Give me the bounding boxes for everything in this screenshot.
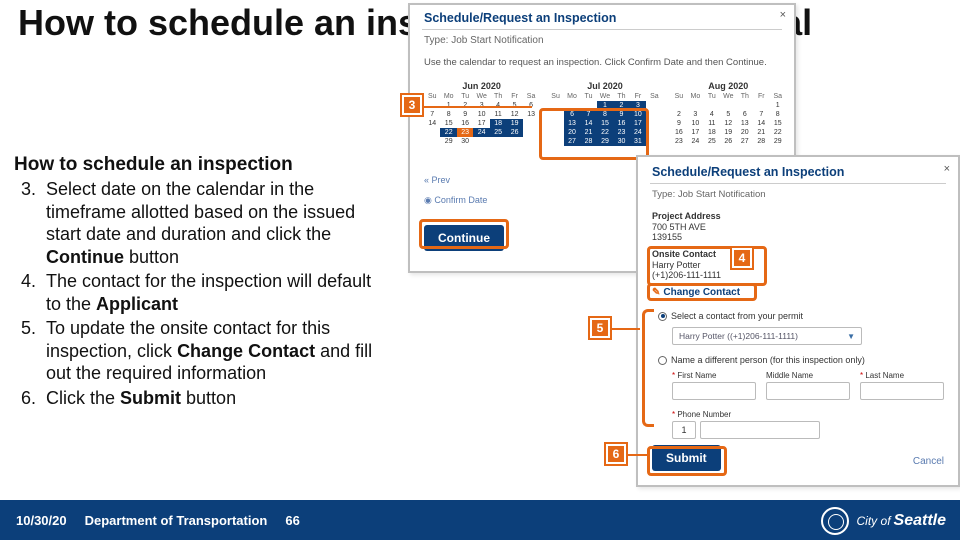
address-line1: 700 5TH AVE [652,222,706,232]
step-text: The contact for the inspection will defa… [46,270,384,315]
first-name-field: * First Name [672,371,756,400]
phone-field: * Phone Number 1 [672,410,944,439]
connector-line [612,328,640,330]
connector-line [422,106,532,108]
footer-page: 66 [285,513,299,528]
slide-subtitle: How to schedule an inspection [14,154,293,176]
phone-number-input[interactable] [700,421,820,439]
dialog-instruction: Use the calendar to request an inspectio… [424,57,767,68]
contact-dialog: Schedule/Request an Inspection × Type: J… [636,155,960,487]
connector-line [628,454,648,456]
dialog-type: Type: Job Start Notification [424,35,544,46]
city-logo: City ofSeattle [821,507,946,535]
first-name-input[interactable] [672,382,756,400]
middle-name-field: Middle Name [766,371,850,400]
middle-name-input[interactable] [766,382,850,400]
footer-date: 10/30/20 [16,513,67,528]
step-5: 5. To update the onsite contact for this… [14,317,384,385]
dialog-title: Schedule/Request an Inspection [652,165,844,179]
step-number: 6. [14,387,46,410]
step-text: Select date on the calendar in the timef… [46,178,384,268]
submit-highlight-box [647,446,727,476]
close-icon[interactable]: × [944,163,950,175]
calendar-highlight-box [539,108,649,160]
phone-country-code[interactable]: 1 [672,421,696,439]
step-number: 3. [14,178,46,201]
step-number: 5. [14,317,46,340]
step-4: 4. The contact for the inspection will d… [14,270,384,315]
month-jun: Jun 2020 SuMoTuWeThFrSa 123456 789101112… [424,81,539,146]
callout-6: 6 [606,444,626,464]
step-text: Click the Submit button [46,387,384,410]
permit-contact-select[interactable]: Harry Potter ((+1)206-111-1111)▼ [672,327,862,345]
dialog-title: Schedule/Request an Inspection [424,11,616,25]
last-name-field: * Last Name [860,371,944,400]
callout-3: 3 [402,95,422,115]
address-label: Project Address [652,211,721,221]
change-contact-panel: Select a contact from your permit Harry … [658,311,944,439]
change-contact-highlight-box [647,283,757,301]
callout-4: 4 [732,248,752,268]
step-number: 4. [14,270,46,293]
confirm-date-radio[interactable]: Confirm Date [424,195,487,206]
radio-name-different[interactable]: Name a different person (for this inspec… [658,355,944,365]
prev-link[interactable]: « Prev [424,175,450,185]
footer-dept: Department of Transportation [85,513,268,528]
continue-highlight-box [419,219,509,249]
cancel-link[interactable]: Cancel [913,456,944,467]
dialog-type: Type: Job Start Notification [652,189,766,200]
step-text: To update the onsite contact for this in… [46,317,384,385]
month-aug: Aug 2020 SuMoTuWeThFrSa 1 2345678 910111… [671,81,786,146]
close-icon[interactable]: × [780,9,786,21]
callout-5: 5 [590,318,610,338]
step-6: 6. Click the Submit button [14,387,384,410]
footer-bar: 10/30/20 Department of Transportation 66 [0,500,960,540]
radio-select-permit-contact[interactable]: Select a contact from your permit [658,311,944,321]
expand-brace-icon [642,309,654,427]
city-seal-icon [821,507,849,535]
steps-list: 3. Select date on the calendar in the ti… [14,178,384,411]
address-line2: 139155 [652,232,682,242]
chevron-down-icon: ▼ [847,332,855,341]
last-name-input[interactable] [860,382,944,400]
step-3: 3. Select date on the calendar in the ti… [14,178,384,268]
